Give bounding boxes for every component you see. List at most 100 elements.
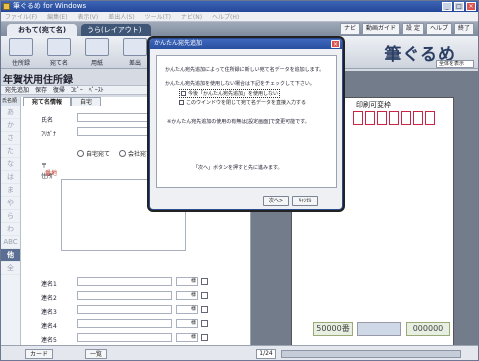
addressee-icon xyxy=(47,38,71,56)
view-select[interactable]: 全体を表示 xyxy=(436,60,474,68)
lottery-number-right: 000000 xyxy=(406,322,450,336)
company-radio[interactable]: 会社宛て xyxy=(119,149,152,158)
kana-other[interactable]: 他 xyxy=(1,249,20,262)
menu-tools[interactable]: ツール(T) xyxy=(141,12,175,22)
minimize-button[interactable]: _ xyxy=(442,2,452,11)
help-button[interactable]: ヘルプ xyxy=(425,23,452,35)
direct-input-checkbox[interactable]: このウインドウを閉じて宛て名データを直接入力する xyxy=(179,99,306,106)
sender-tool[interactable]: 差出 xyxy=(119,38,151,68)
exit-button[interactable]: 終了 xyxy=(453,23,474,35)
copy-button[interactable]: ｺﾋﾟｰ xyxy=(67,86,83,95)
menu-view[interactable]: 表示(V) xyxy=(73,12,102,22)
kana-wa[interactable]: わ xyxy=(1,223,20,236)
next-button[interactable]: 次へ> xyxy=(263,196,289,206)
joint-name-2-honorific[interactable]: 様 xyxy=(176,291,198,300)
joint-name-1-check[interactable] xyxy=(201,278,208,285)
kana-label: ﾌﾘｶﾞﾅ xyxy=(41,131,57,138)
add-record-button[interactable]: 宛先追加 xyxy=(1,86,29,95)
sort-header[interactable]: 氏名順 xyxy=(1,97,20,106)
maximize-button[interactable]: □ xyxy=(454,2,464,11)
dialog-title: かんたん宛先追加 xyxy=(150,39,342,49)
joint-name-4-check[interactable] xyxy=(201,320,208,327)
kana-all[interactable]: 全 xyxy=(1,262,20,275)
menu-navi[interactable]: ナビ(N) xyxy=(177,12,206,22)
navi-button[interactable]: ナビ xyxy=(340,23,361,35)
menu-sender[interactable]: 差出人(S) xyxy=(104,12,139,22)
kana-ya[interactable]: や xyxy=(1,197,20,210)
postal-code-boxes xyxy=(353,111,435,125)
sender-icon xyxy=(123,38,147,56)
tab-addressee-info[interactable]: 宛て名情報 xyxy=(23,97,72,106)
horizontal-scrollbar[interactable] xyxy=(281,350,461,358)
kana-ta[interactable]: た xyxy=(1,145,20,158)
address-book-icon xyxy=(9,38,33,56)
kana-sa[interactable]: さ xyxy=(1,132,20,145)
joint-name-3-field[interactable] xyxy=(77,305,172,314)
app-window: 筆ぐるめ for Windows _ □ × ファイル(F) 編集(E) 表示(… xyxy=(0,0,479,361)
card-view-button[interactable]: カード xyxy=(25,349,54,359)
joint-name-1-field[interactable] xyxy=(77,277,172,286)
dialog-line1: かんたん宛先追加によって住所録に新しい宛て名データを追加します。 xyxy=(165,67,325,73)
dont-use-checkbox[interactable]: 今後「かんたん宛先追加」を使用しない xyxy=(179,89,281,98)
page-indicator: 1/24 xyxy=(256,349,276,359)
form-tabs: 宛て名情報 自宅 xyxy=(23,97,102,106)
postcard-header: 印刷可変枠 xyxy=(356,101,391,109)
lottery-number-left: 50000番 xyxy=(313,322,353,336)
kana-abc[interactable]: ABC xyxy=(1,236,20,249)
kana-ha[interactable]: は xyxy=(1,171,20,184)
quick-add-dialog: かんたん宛先追加 × かんたん宛先追加によって住所録に新しい宛て名データを追加し… xyxy=(149,38,343,210)
settings-button[interactable]: 設 定 xyxy=(402,23,424,35)
joint-name-5-field[interactable] xyxy=(77,333,172,342)
dialog-close-icon[interactable]: × xyxy=(331,40,340,48)
address-book-tool[interactable]: 住所録 xyxy=(5,38,37,68)
stamp-image xyxy=(357,322,401,336)
cancel-button[interactable]: ｷｬﾝｾﾙ xyxy=(292,196,318,206)
tab-back[interactable]: うら(レイアウト) xyxy=(81,24,151,36)
dialog-note: ※かんたん宛先追加の使用の有無は[設定画面]で変更可能です。 xyxy=(167,119,310,125)
kana-index: 氏名順 あ か さ た な は ま や ら わ ABC 他 全 xyxy=(1,97,21,345)
menu-edit[interactable]: 編集(E) xyxy=(43,12,71,22)
save-button[interactable]: 保存 xyxy=(31,86,47,95)
checkbox-icon xyxy=(181,91,186,96)
joint-name-3-honorific[interactable]: 様 xyxy=(176,305,198,314)
joint-name-2-field[interactable] xyxy=(77,291,172,300)
dialog-body: かんたん宛先追加によって住所録に新しい宛て名データを追加します。 かんたん宛先追… xyxy=(156,55,337,188)
window-title: 筆ぐるめ for Windows xyxy=(13,2,87,10)
status-bar: カード 一覧 1/24 xyxy=(1,345,478,360)
joint-name-3-check[interactable] xyxy=(201,306,208,313)
postal-digit xyxy=(353,111,363,125)
list-view-button[interactable]: 一覧 xyxy=(85,349,108,359)
name-label: 氏名 xyxy=(41,117,54,124)
menu-file[interactable]: ファイル(F) xyxy=(1,12,41,22)
tab-home[interactable]: 自宅 xyxy=(71,97,102,106)
joint-name-5-label: 連名5 xyxy=(41,337,57,344)
joint-name-1-label: 連名1 xyxy=(41,281,57,288)
postal-digit xyxy=(365,111,375,125)
header-buttons: ナビ 動画ガイド 設 定 ヘルプ 終了 xyxy=(340,23,474,35)
kana-ma[interactable]: ま xyxy=(1,184,20,197)
menu-help[interactable]: ヘルプ(H) xyxy=(208,12,243,22)
tab-front[interactable]: おもて(宛て名) xyxy=(7,24,77,36)
kana-na[interactable]: な xyxy=(1,158,20,171)
kana-ka[interactable]: か xyxy=(1,119,20,132)
addressee-tool[interactable]: 宛て名 xyxy=(43,38,75,68)
joint-name-4-honorific[interactable]: 様 xyxy=(176,319,198,328)
joint-name-1-honorific[interactable]: 様 xyxy=(176,277,198,286)
postal-digit xyxy=(413,111,423,125)
kana-ra[interactable]: ら xyxy=(1,210,20,223)
joint-name-5-check[interactable] xyxy=(201,334,208,341)
postal-digit xyxy=(425,111,435,125)
app-icon xyxy=(3,3,10,10)
dialog-hint: 「次へ」ボタンを押すと先に進みます。 xyxy=(193,165,283,171)
paper-tool[interactable]: 用紙 xyxy=(81,38,113,68)
joint-name-5-honorific[interactable]: 様 xyxy=(176,333,198,342)
joint-name-4-field[interactable] xyxy=(77,319,172,328)
video-guide-button[interactable]: 動画ガイド xyxy=(362,23,401,35)
joint-name-2-check[interactable] xyxy=(201,292,208,299)
joint-name-2-label: 連名2 xyxy=(41,295,57,302)
home-radio[interactable]: 自宅宛て xyxy=(77,149,110,158)
revert-button[interactable]: 復帰 xyxy=(49,86,65,95)
close-button[interactable]: × xyxy=(466,2,476,11)
kana-a[interactable]: あ xyxy=(1,106,20,119)
paste-button[interactable]: ﾍﾟｰｽﾄ xyxy=(85,86,104,95)
